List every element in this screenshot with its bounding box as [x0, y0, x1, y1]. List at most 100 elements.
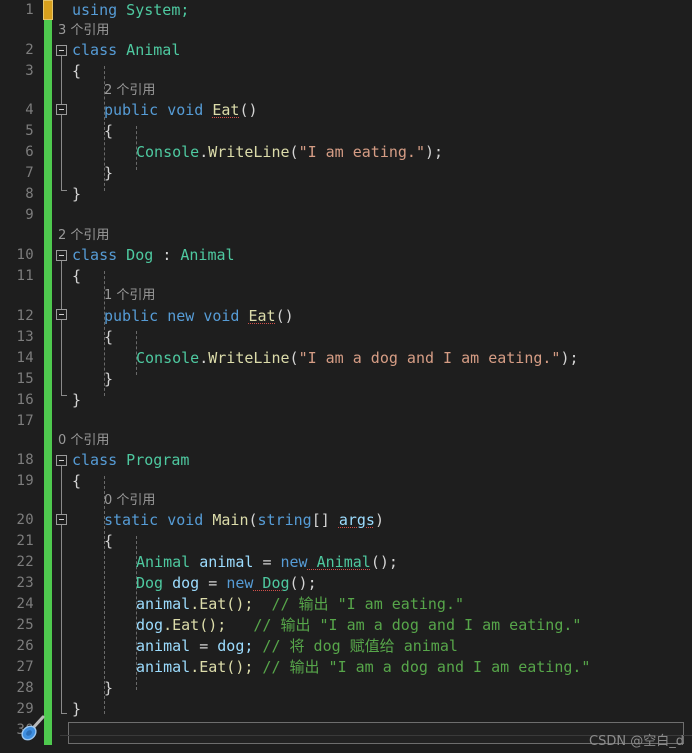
code-line-25[interactable]: dog.Eat(); // 输出 "I am a dog and I am ea…	[136, 615, 581, 636]
brace-open: {	[72, 62, 82, 80]
keyword-void: void	[158, 101, 213, 119]
dot: .	[199, 143, 209, 161]
keyword-new: new	[158, 307, 195, 325]
code-line-27[interactable]: animal.Eat(); // 输出 "I am a dog and I am…	[136, 657, 590, 678]
edit-tag-icon[interactable]	[20, 714, 50, 746]
inherit-colon: :	[162, 246, 181, 264]
comment: // 将 dog 赋值给 animal	[253, 637, 458, 655]
parens: ()	[239, 101, 258, 119]
code-line-7[interactable]: }	[104, 163, 113, 184]
code-line-23[interactable]: Dog dog = new Dog();	[136, 573, 317, 594]
codelens-animal-eat[interactable]: 2 个引用	[104, 80, 155, 101]
comment: // 输出 "I am eating."	[253, 595, 465, 613]
parens-semicolon: ();	[370, 553, 398, 571]
paren-open: (	[289, 143, 299, 161]
brace-close: }	[72, 700, 82, 718]
code-line-12[interactable]: public new void Eat()	[104, 306, 294, 327]
codelens-dog-class[interactable]: 2 个引用	[58, 225, 109, 246]
brace-close: }	[104, 370, 114, 388]
method-writeline: WriteLine	[208, 349, 290, 367]
type-program: Program	[117, 451, 190, 469]
brace-close: }	[104, 679, 114, 697]
type-dog: Dog	[136, 574, 164, 592]
brace-open: {	[104, 328, 114, 346]
code-line-8[interactable]: }	[72, 184, 81, 205]
keyword-void: void	[158, 511, 213, 529]
comment: // 输出 "I am a dog and I am eating."	[253, 658, 591, 676]
code-line-15[interactable]: }	[104, 369, 113, 390]
code-line-19[interactable]: {	[72, 471, 81, 492]
edit-tag-icon-svg	[21, 715, 45, 741]
code-line-20[interactable]: static void Main(string[] args)	[104, 510, 384, 531]
paren-open: (	[248, 511, 258, 529]
code-editor[interactable]: 1 2 3 4 5 6 7 8 9 10 11 12 13 14 15 16 1…	[0, 0, 692, 753]
brace-open: {	[72, 267, 82, 285]
code-line-29[interactable]: }	[72, 699, 81, 720]
method-writeline: WriteLine	[208, 143, 290, 161]
parens: ()	[275, 307, 294, 325]
paren-close-semicolon: );	[425, 143, 444, 161]
paren-close-semicolon: );	[560, 349, 579, 367]
type-string: string	[257, 511, 312, 529]
codelens-dog-eat[interactable]: 1 个引用	[104, 285, 155, 306]
code-line-18[interactable]: class Program	[72, 450, 189, 471]
brace-close: }	[104, 164, 114, 182]
local-animal: animal	[136, 637, 200, 655]
call-eat: .Eat();	[163, 616, 227, 634]
code-content[interactable]: using System; 3 个引用 class Animal { 2 个引用…	[0, 0, 692, 753]
array-brackets: []	[311, 511, 339, 529]
code-line-13[interactable]: {	[104, 327, 113, 348]
code-line-1[interactable]: using System;	[72, 0, 189, 21]
keyword-using: using	[72, 1, 118, 19]
code-line-26[interactable]: animal = dog; // 将 dog 赋值给 animal	[136, 636, 458, 657]
local-dog: dog	[136, 616, 164, 634]
local-animal: animal	[190, 553, 263, 571]
code-line-11[interactable]: {	[72, 266, 81, 287]
code-line-6[interactable]: Console.WriteLine("I am eating.");	[136, 142, 443, 163]
keyword-public: public	[104, 307, 159, 325]
keyword-class: class	[72, 451, 118, 469]
type-animal: Animal	[117, 41, 181, 59]
code-line-28[interactable]: }	[104, 678, 113, 699]
brace-close: }	[72, 391, 82, 409]
code-line-5[interactable]: {	[104, 121, 113, 142]
code-line-21[interactable]: {	[104, 531, 113, 552]
type-dog: Dog	[117, 246, 163, 264]
paren-open: (	[289, 349, 299, 367]
code-line-24[interactable]: animal.Eat(); // 输出 "I am eating."	[136, 594, 464, 615]
ctor-dog: Dog	[253, 574, 290, 592]
code-line-16[interactable]: }	[72, 390, 81, 411]
call-eat: .Eat();	[190, 658, 254, 676]
code-line-2[interactable]: class Animal	[72, 40, 180, 61]
method-eat: Eat	[248, 307, 276, 325]
local-dog: dog;	[217, 637, 254, 655]
method-eat: Eat	[212, 101, 240, 119]
string-literal: "I am a dog and I am eating."	[298, 349, 561, 367]
parameter-args: args	[338, 511, 375, 529]
base-type-animal: Animal	[180, 246, 235, 264]
local-animal: animal	[136, 658, 191, 676]
codelens-animal-class[interactable]: 3 个引用	[58, 20, 109, 41]
code-line-10[interactable]: class Dog : Animal	[72, 245, 235, 266]
codelens-program-class[interactable]: 0 个引用	[58, 430, 109, 451]
keyword-class: class	[72, 246, 118, 264]
code-line-22[interactable]: Animal animal = new Animal();	[136, 552, 398, 573]
code-line-4[interactable]: public void Eat()	[104, 100, 258, 121]
type-console: Console	[136, 349, 200, 367]
code-line-3[interactable]: {	[72, 61, 81, 82]
local-dog: dog	[163, 574, 209, 592]
keyword-static: static	[104, 511, 159, 529]
paren-close: )	[374, 511, 384, 529]
call-eat: .Eat();	[190, 595, 254, 613]
assign-operator: =	[208, 574, 227, 592]
keyword-public: public	[104, 101, 159, 119]
brace-open: {	[72, 472, 82, 490]
local-animal: animal	[136, 595, 191, 613]
code-line-14[interactable]: Console.WriteLine("I am a dog and I am e…	[136, 348, 579, 369]
codelens-program-main[interactable]: 0 个引用	[104, 490, 155, 511]
assign-operator: =	[199, 637, 218, 655]
keyword-void: void	[194, 307, 249, 325]
assign-operator: =	[262, 553, 281, 571]
keyword-class: class	[72, 41, 118, 59]
method-main: Main	[212, 511, 249, 529]
